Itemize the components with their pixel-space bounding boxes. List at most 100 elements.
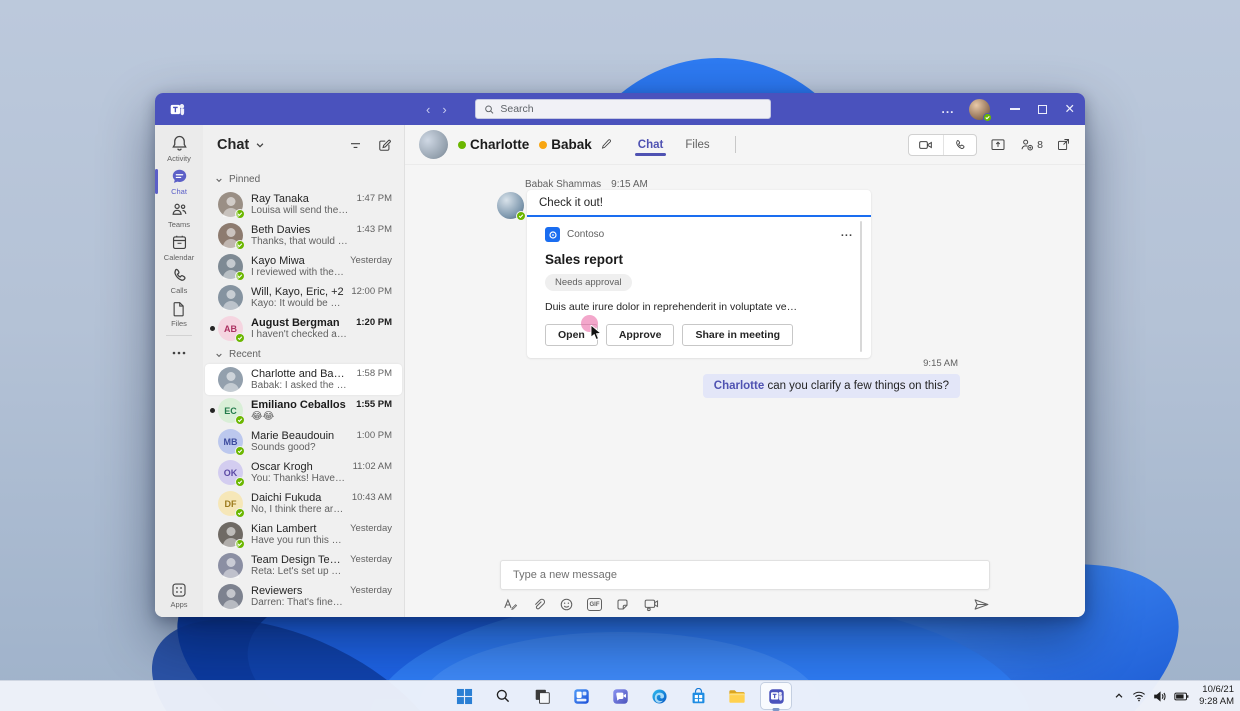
task-view-button[interactable] [527, 683, 557, 709]
rail-item-calls[interactable]: Calls [155, 264, 203, 297]
rail-item-apps[interactable]: Apps [155, 578, 203, 611]
format-icon[interactable] [502, 597, 518, 612]
sticker-icon[interactable] [615, 597, 630, 612]
new-chat-icon[interactable] [377, 138, 392, 153]
send-icon [973, 597, 990, 612]
chat-list-item[interactable]: Team Design Template Reta: Let's set up … [205, 550, 402, 581]
avatar [218, 522, 243, 547]
share-screen-button[interactable] [990, 137, 1006, 152]
chat-list-item[interactable]: MB Marie Beaudouin Sounds good? 1:00 PM [205, 426, 402, 457]
chat-item-time: Yesterday [350, 585, 392, 596]
view-participants-button[interactable]: 8 [1019, 137, 1043, 152]
wifi-icon[interactable] [1132, 690, 1146, 702]
profile-avatar[interactable] [969, 99, 990, 120]
edit-chat-name-icon[interactable] [600, 138, 613, 151]
pop-out-chat-button[interactable] [1056, 137, 1071, 152]
sender-avatar [497, 192, 524, 219]
rail-item-files[interactable]: Files [155, 297, 203, 330]
chevron-down-icon[interactable] [255, 140, 265, 150]
chat-item-preview: Kayo: It would be great to sync… [251, 298, 345, 309]
conversation-avatar[interactable] [419, 130, 448, 159]
minimize-button[interactable] [1010, 108, 1020, 110]
chat-list-item[interactable]: Beth Davies Thanks, that would be nice. … [205, 220, 402, 251]
emoji-icon[interactable] [559, 597, 574, 612]
chat-list-item[interactable]: Ray Tanaka Louisa will send the initial … [205, 189, 402, 220]
chat-item-time: 10:43 AM [352, 492, 392, 503]
rail-item-calendar[interactable]: Calendar [155, 231, 203, 264]
approve-button[interactable]: Approve [606, 324, 675, 346]
chat-list-item[interactable]: OK Oscar Krogh You: Thanks! Have a nice … [205, 457, 402, 488]
search-bar[interactable] [475, 99, 771, 119]
chat-list-item[interactable]: Charlotte and Babak Babak: I asked the c… [205, 364, 402, 395]
tray-chevron-up-icon[interactable] [1113, 690, 1125, 702]
rail-item-teams[interactable]: Teams [155, 198, 203, 231]
widgets-button[interactable] [566, 683, 596, 709]
volume-icon[interactable] [1153, 690, 1167, 703]
presence-badge [235, 271, 245, 281]
nav-back-button[interactable]: ‹ [426, 102, 430, 117]
message-input[interactable] [500, 560, 990, 590]
chat-list-item[interactable]: Reviewers Darren: That's fine with me Ye… [205, 581, 402, 612]
section-label: Pinned [229, 174, 260, 185]
section-header[interactable]: Pinned [203, 169, 404, 189]
tab-files[interactable]: Files [684, 128, 710, 162]
card-scrollbar[interactable] [860, 221, 862, 352]
card-more-menu[interactable]: ... [841, 227, 853, 235]
open-button[interactable]: Open [545, 324, 598, 346]
chat-item-preview: Have you run this by Beth? Make… [251, 535, 344, 546]
chat-list-item[interactable]: AB August Bergman I haven't checked avai… [205, 313, 402, 344]
calendar-icon [170, 233, 189, 252]
chat-list-item[interactable]: Kayo Miwa I reviewed with the client on…… [205, 251, 402, 282]
file-explorer-button[interactable] [722, 683, 752, 709]
battery-icon[interactable] [1174, 691, 1189, 702]
call-button-group [908, 134, 977, 156]
teams-taskbar-button[interactable] [761, 683, 791, 709]
rail-divider [166, 335, 192, 336]
video-call-button[interactable] [909, 135, 943, 155]
titlebar: ‹ › ... ✕ [155, 93, 1085, 125]
outgoing-message: 9:15 AM Charlotte can you clarify a few … [703, 358, 960, 398]
tray-clock[interactable]: 10/6/21 9:28 AM [1196, 684, 1234, 708]
send-button[interactable] [973, 597, 990, 612]
rail-item-chat[interactable]: Chat [155, 165, 203, 198]
share-in-meeting-button[interactable]: Share in meeting [682, 324, 793, 346]
attach-icon[interactable] [531, 597, 546, 612]
chat-item-preview: Darren: That's fine with me [251, 597, 344, 608]
taskbar-search-button[interactable] [488, 683, 518, 709]
chat-list-item[interactable]: Will, Kayo, Eric, +2 Kayo: It would be g… [205, 282, 402, 313]
rail-more-apps-button[interactable] [155, 341, 203, 365]
search-input[interactable] [500, 103, 762, 115]
avatar-initials [218, 367, 243, 392]
chat-list-item[interactable]: Kian Lambert Have you run this by Beth? … [205, 519, 402, 550]
chat-list-item[interactable]: DF Daichi Fukuda No, I think there are o… [205, 488, 402, 519]
unread-dot [210, 408, 215, 413]
tab-divider [735, 136, 736, 153]
message-text: Check it out! [527, 190, 871, 215]
chat-item-name: Daichi Fukuda [251, 492, 346, 504]
edge-button[interactable] [644, 683, 674, 709]
teams-chat-icon [612, 688, 629, 705]
avatar-initials [218, 285, 243, 310]
gif-icon[interactable]: GIF [587, 598, 602, 611]
meet-now-icon[interactable] [643, 597, 659, 612]
more-options-button[interactable]: ... [942, 102, 955, 116]
mention[interactable]: Charlotte [714, 380, 764, 392]
avatar [218, 553, 243, 578]
chat-list-item[interactable]: EC Emiliano Ceballos 😂😂 1:55 PM [205, 395, 402, 426]
chat-button[interactable] [605, 683, 635, 709]
section-header[interactable]: Recent [203, 344, 404, 364]
maximize-button[interactable] [1038, 105, 1047, 114]
phone-icon [170, 266, 189, 285]
rail-item-activity[interactable]: Activity [155, 132, 203, 165]
store-button[interactable] [683, 683, 713, 709]
nav-forward-button[interactable]: › [442, 102, 446, 117]
filter-icon[interactable] [348, 138, 363, 153]
apps-grid-icon [170, 581, 188, 599]
tab-chat[interactable]: Chat [637, 128, 665, 162]
chat-item-time: 1:20 PM [356, 317, 392, 328]
close-button[interactable]: ✕ [1065, 103, 1075, 116]
avatar: DF [218, 491, 243, 516]
chat-item-preview: You: Thanks! Have a nice weekend [251, 473, 347, 484]
audio-call-button[interactable] [943, 135, 976, 155]
start-button[interactable] [449, 683, 479, 709]
